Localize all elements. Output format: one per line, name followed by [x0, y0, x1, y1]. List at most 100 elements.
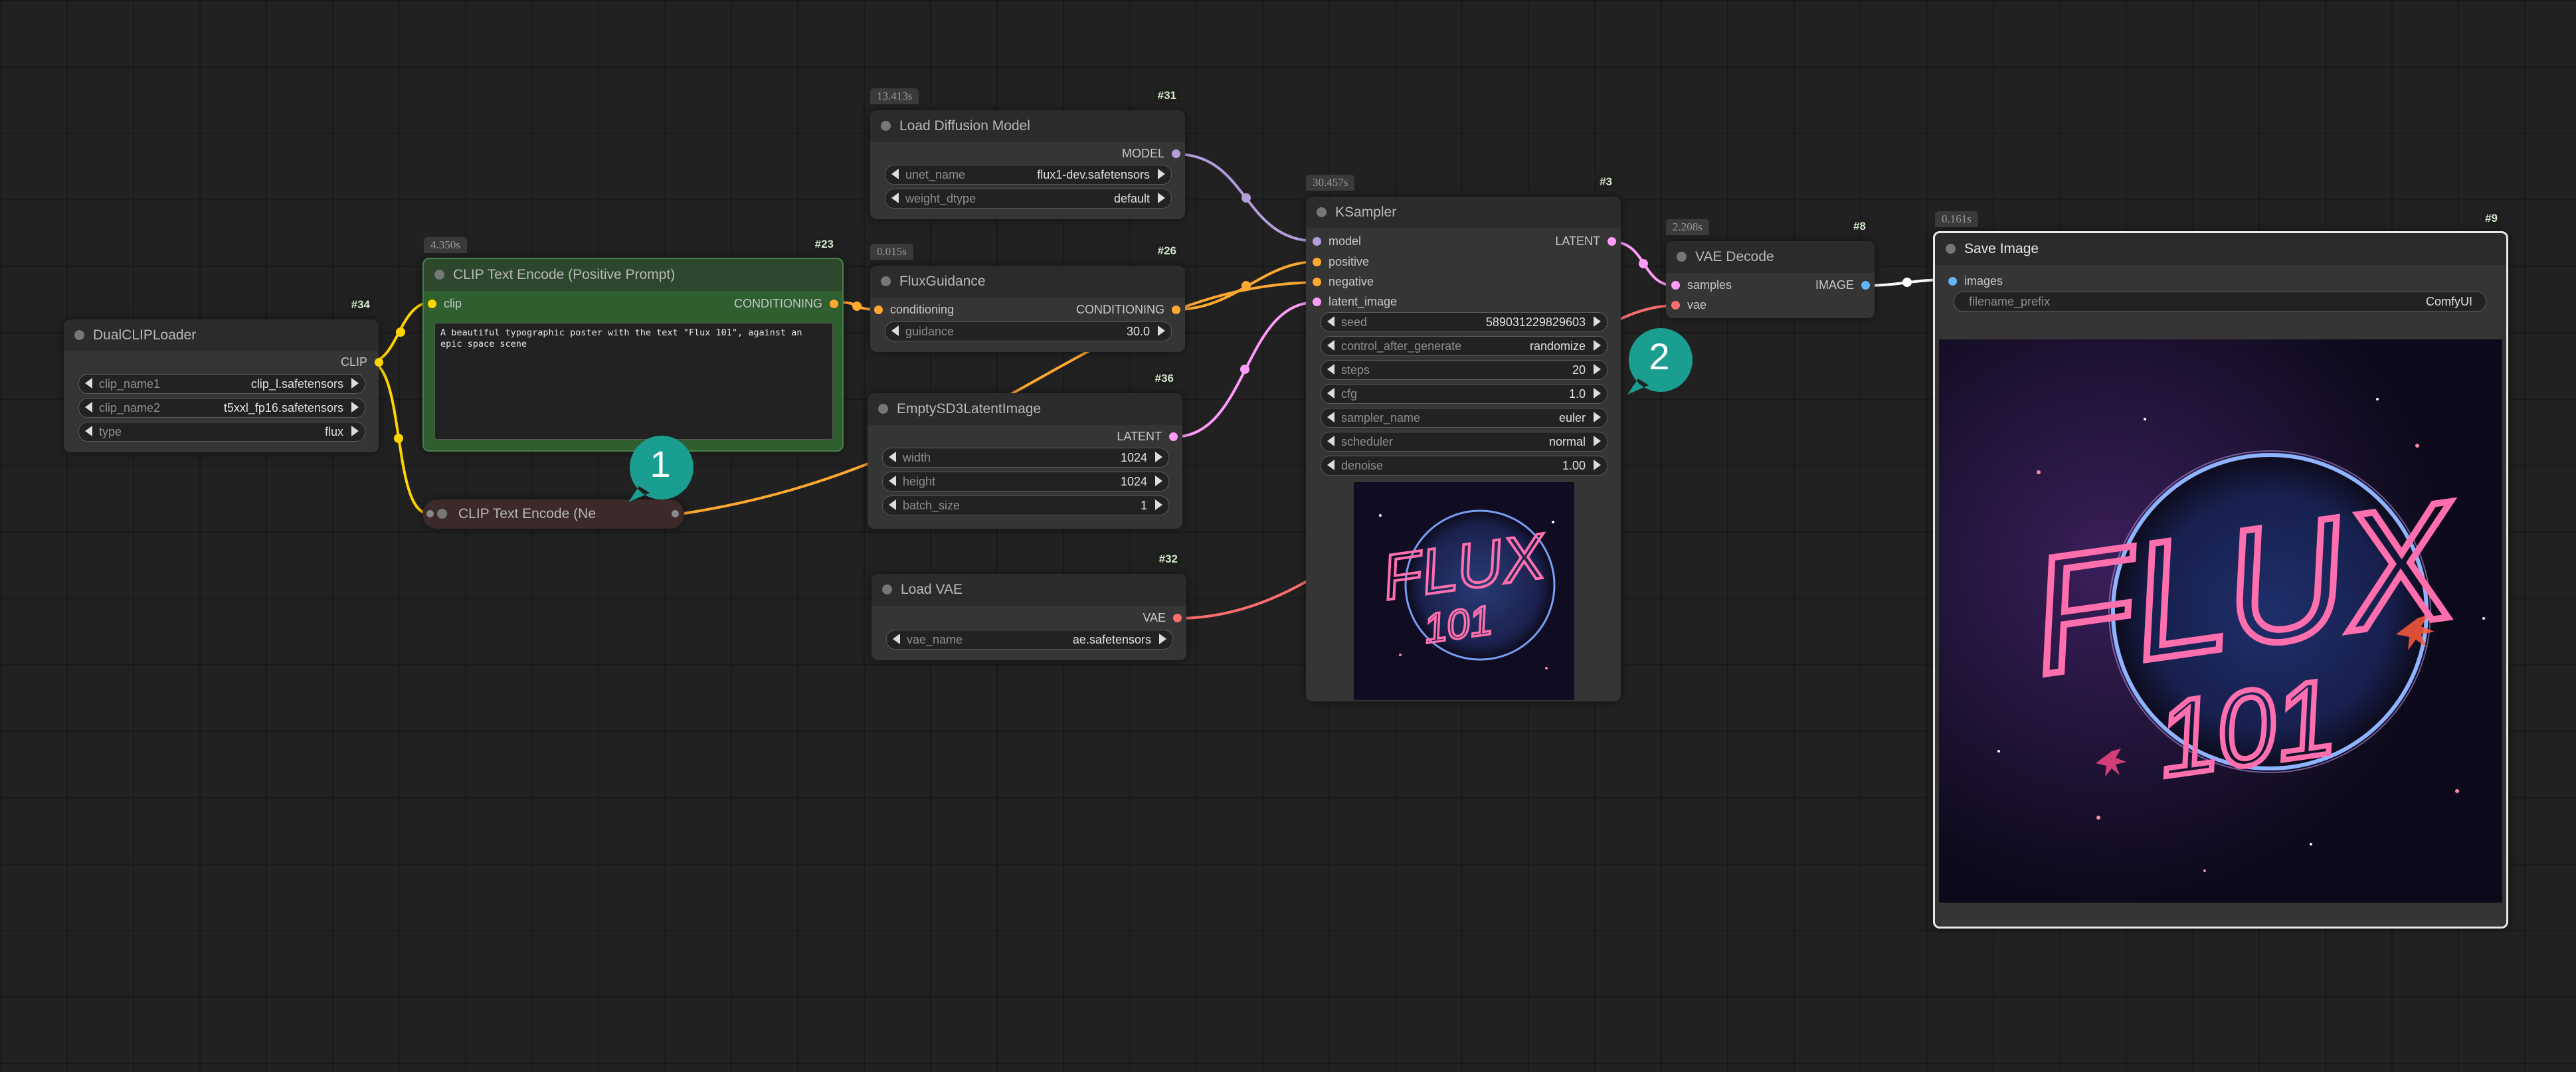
slot-dot-icon[interactable] [1313, 237, 1321, 246]
combo-clip-name2[interactable]: clip_name2 t5xxl_fp16.safetensors [78, 398, 365, 418]
number-batch-size[interactable]: batch_size 1 [882, 495, 1169, 515]
node-dual-clip-loader[interactable]: #34 DualCLIPLoader CLIP clip_name1 clip_… [64, 298, 383, 452]
slot-dot-icon[interactable] [1861, 281, 1870, 290]
slot-dot-icon[interactable] [1172, 149, 1180, 158]
output-slot-model[interactable]: MODEL [981, 145, 1180, 163]
slot-dot-icon[interactable] [1313, 278, 1321, 286]
arrow-right-icon[interactable] [1155, 476, 1162, 486]
collapse-dot-icon[interactable] [1317, 207, 1327, 217]
input-slot-clip[interactable]: clip [428, 296, 561, 313]
node-graph-canvas[interactable]: #34 DualCLIPLoader CLIP clip_name1 clip_… [0, 0, 2576, 1072]
number-seed[interactable]: seed 589031229829603 [1321, 312, 1608, 332]
collapse-dot-icon[interactable] [882, 584, 892, 594]
slot-dot-icon[interactable] [1172, 306, 1180, 314]
arrow-left-icon[interactable] [891, 169, 899, 179]
collapse-dot-icon[interactable] [878, 404, 888, 414]
output-slot-conditioning[interactable]: CONDITIONING [639, 296, 838, 313]
combo-sampler-name[interactable]: sampler_name euler [1321, 408, 1608, 428]
slot-dot-icon[interactable] [1169, 432, 1178, 441]
arrow-right-icon[interactable] [1158, 325, 1165, 336]
arrow-left-icon[interactable] [85, 426, 92, 436]
node-title-bar[interactable]: KSampler [1306, 197, 1621, 228]
number-guidance[interactable]: guidance 30.0 [885, 321, 1172, 341]
collapse-dot-icon[interactable] [437, 509, 447, 519]
arrow-left-icon[interactable] [1327, 388, 1334, 399]
number-steps[interactable]: steps 20 [1321, 360, 1608, 380]
combo-scheduler[interactable]: scheduler normal [1321, 432, 1608, 452]
arrow-right-icon[interactable] [351, 402, 359, 412]
combo-clip-name1[interactable]: clip_name1 clip_l.safetensors [78, 374, 365, 394]
arrow-left-icon[interactable] [85, 402, 92, 412]
node-ksampler[interactable]: 30.457s #3 KSampler model LATENT positiv… [1306, 175, 1621, 701]
arrow-right-icon[interactable] [1594, 388, 1601, 399]
number-denoise[interactable]: denoise 1.00 [1321, 456, 1608, 476]
arrow-right-icon[interactable] [1594, 364, 1601, 375]
output-slot-image[interactable]: IMAGE [1770, 277, 1870, 294]
input-slot-negative[interactable]: negative [1313, 274, 1445, 291]
slot-dot-icon[interactable] [1173, 614, 1182, 622]
node-title-bar[interactable]: Load Diffusion Model [870, 110, 1185, 142]
arrow-right-icon[interactable] [351, 426, 359, 436]
slot-dot-icon[interactable] [672, 510, 679, 517]
slot-dot-icon[interactable] [1671, 281, 1680, 290]
arrow-right-icon[interactable] [1594, 340, 1601, 351]
arrow-right-icon[interactable] [1155, 452, 1162, 462]
node-title-bar[interactable]: FluxGuidance [870, 266, 1185, 298]
arrow-left-icon[interactable] [891, 325, 899, 336]
node-load-diffusion-model[interactable]: 13.413s #31 Load Diffusion Model MODEL u… [870, 88, 1185, 219]
arrow-left-icon[interactable] [889, 476, 896, 486]
arrow-right-icon[interactable] [1155, 499, 1162, 510]
output-slot-vae[interactable]: VAE [982, 610, 1182, 627]
arrow-right-icon[interactable] [1594, 436, 1601, 446]
node-vae-decode[interactable]: 2.208s #8 VAE Decode samples IMAGE vae [1666, 219, 1875, 318]
node-title-bar[interactable]: CLIP Text Encode (Positive Prompt) [424, 259, 842, 291]
arrow-right-icon[interactable] [1158, 193, 1165, 203]
arrow-right-icon[interactable] [1594, 460, 1601, 470]
arrow-left-icon[interactable] [1327, 316, 1334, 327]
input-slot-samples[interactable]: samples [1671, 277, 1771, 294]
node-empty-sd3-latent-image[interactable]: #36 EmptySD3LatentImage LATENT width 102… [868, 371, 1182, 529]
node-flux-guidance[interactable]: 0.015s #26 FluxGuidance conditioning CON… [870, 244, 1185, 352]
arrow-left-icon[interactable] [1327, 340, 1334, 351]
node-title-bar[interactable]: Save Image [1935, 233, 2506, 265]
collapse-dot-icon[interactable] [1677, 252, 1687, 262]
arrow-right-icon[interactable] [1159, 634, 1166, 644]
arrow-right-icon[interactable] [1158, 169, 1165, 179]
collapse-dot-icon[interactable] [1946, 244, 1956, 254]
arrow-right-icon[interactable] [1594, 412, 1601, 422]
slot-dot-icon[interactable] [1948, 277, 1957, 286]
input-slot-model[interactable]: model [1313, 233, 1445, 250]
number-cfg[interactable]: cfg 1.0 [1321, 384, 1608, 404]
input-slot-positive[interactable]: positive [1313, 254, 1445, 271]
combo-unet-name[interactable]: unet_name flux1-dev.safetensors [885, 165, 1172, 185]
input-slot-vae[interactable]: vae [1671, 297, 1771, 314]
slot-dot-icon[interactable] [428, 300, 436, 308]
collapse-dot-icon[interactable] [74, 330, 84, 340]
output-slot-latent[interactable]: LATENT [978, 428, 1178, 446]
node-save-image[interactable]: 0.161s #9 Save Image images filename_pre… [1933, 211, 2508, 929]
slot-dot-icon[interactable] [874, 306, 883, 314]
output-slot-conditioning[interactable]: CONDITIONING [1014, 302, 1180, 319]
arrow-left-icon[interactable] [1327, 412, 1334, 422]
combo-vae-name[interactable]: vae_name ae.safetensors [886, 630, 1173, 650]
node-title-bar[interactable]: Load VAE [872, 574, 1186, 606]
arrow-left-icon[interactable] [889, 452, 896, 462]
slot-dot-icon[interactable] [375, 358, 383, 367]
slot-dot-icon[interactable] [1313, 298, 1321, 306]
arrow-left-icon[interactable] [85, 378, 92, 389]
slot-dot-icon[interactable] [1313, 258, 1321, 266]
prompt-text-area[interactable]: A beautiful typographic poster with the … [434, 323, 833, 440]
node-title-bar[interactable]: VAE Decode [1666, 241, 1875, 273]
collapse-dot-icon[interactable] [881, 276, 891, 286]
node-title-bar[interactable]: EmptySD3LatentImage [868, 393, 1182, 425]
arrow-left-icon[interactable] [1327, 436, 1334, 446]
combo-control-after-generate[interactable]: control_after_generate randomize [1321, 336, 1608, 356]
node-title-bar[interactable]: DualCLIPLoader [64, 319, 379, 351]
slot-dot-icon[interactable] [1671, 301, 1680, 310]
output-slot-clip[interactable]: CLIP [184, 354, 383, 371]
output-slot-latent[interactable]: LATENT [1483, 233, 1616, 250]
slot-dot-icon[interactable] [426, 510, 434, 517]
arrow-left-icon[interactable] [891, 193, 899, 203]
node-load-vae[interactable]: #32 Load VAE VAE vae_name ae.safetensors [872, 552, 1186, 660]
arrow-left-icon[interactable] [893, 634, 900, 644]
